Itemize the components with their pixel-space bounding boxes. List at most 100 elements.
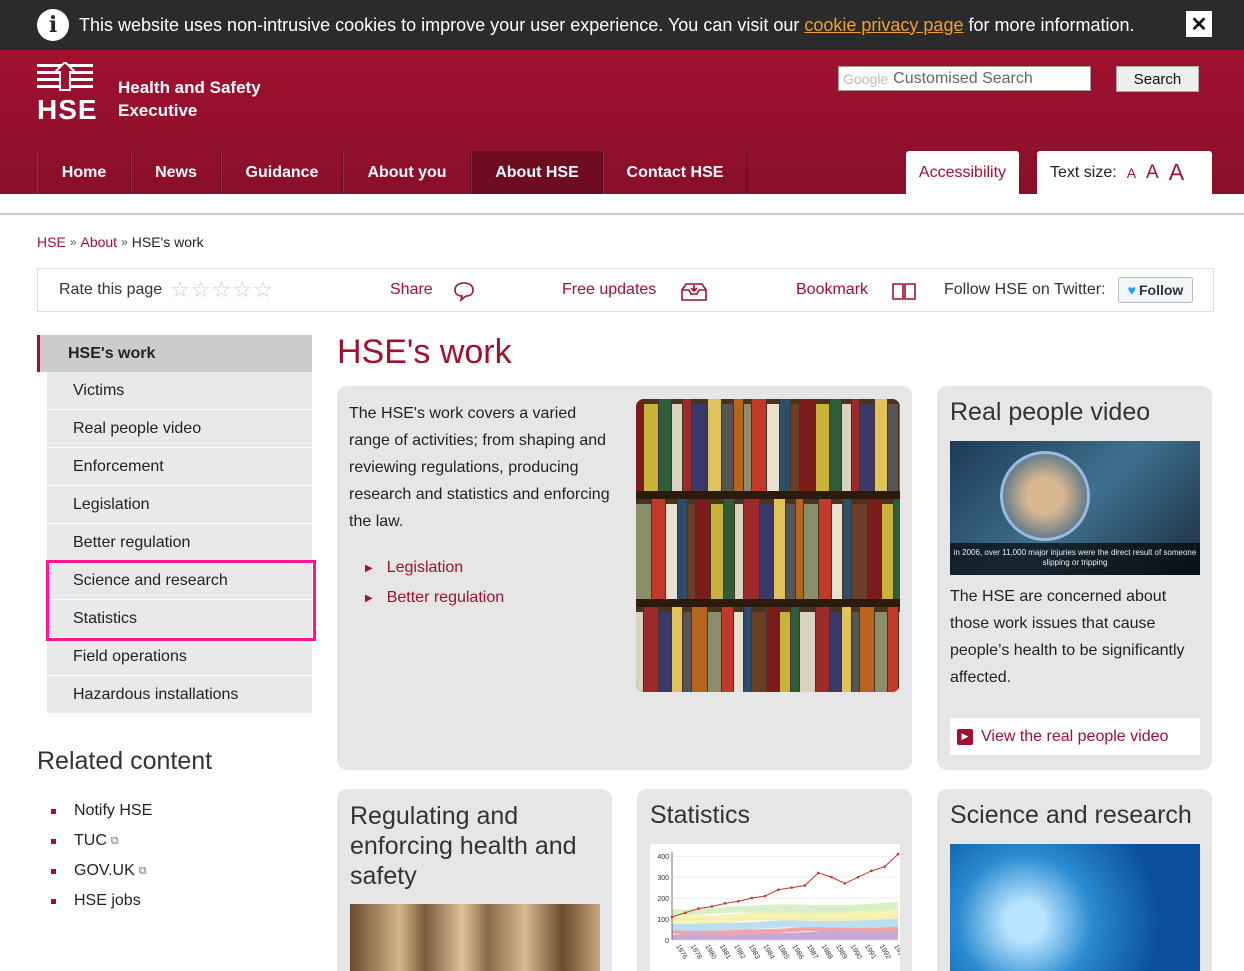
book-spine	[767, 607, 779, 692]
statistics-card[interactable]: Statistics 400 300 200 100 0 1976 1978 1980 1981…	[637, 789, 912, 971]
arrow-right-icon: ▶	[365, 562, 373, 574]
book-spine	[852, 504, 867, 599]
chart-point	[856, 875, 860, 879]
nav-news[interactable]: News	[131, 151, 221, 194]
nav-about-hse[interactable]: About HSE	[471, 151, 603, 194]
book-spine	[659, 399, 671, 491]
book-spine	[708, 612, 721, 692]
text-size-small[interactable]: A	[1127, 165, 1136, 181]
hse-logo[interactable]: HSE	[37, 60, 98, 125]
book-spine	[659, 612, 671, 692]
sidebar-item-real-people-video[interactable]: Real people video	[47, 410, 312, 448]
book-spine	[832, 504, 842, 599]
sidebar-item-field-operations[interactable]: Field operations	[47, 638, 312, 676]
chart-point	[697, 907, 700, 910]
book-spine	[636, 612, 643, 692]
book-spine	[760, 504, 773, 599]
text-size-large[interactable]: A	[1169, 159, 1184, 186]
search-button[interactable]: Search	[1116, 66, 1199, 92]
book-spine	[842, 404, 851, 491]
chart-x-tick: 1983	[747, 944, 761, 961]
book-spine	[899, 399, 900, 491]
sidebar-item-hazardous-installations[interactable]: Hazardous installations	[47, 676, 312, 714]
video-card-text: The HSE are concerned about those work i…	[950, 588, 1185, 686]
breadcrumb-about[interactable]: About	[80, 234, 117, 250]
bookmark-link[interactable]: Bookmark	[796, 281, 868, 299]
book-spine	[672, 607, 682, 692]
related-item[interactable]: TUC ⧉	[51, 826, 152, 856]
chart-point	[830, 875, 833, 879]
book-spine	[816, 607, 829, 692]
related-item[interactable]: GOV.UK ⧉	[51, 856, 152, 886]
book-spine	[744, 404, 751, 491]
book-spine	[830, 612, 841, 692]
sidebar-item-victims[interactable]: Victims	[47, 372, 312, 410]
breadcrumb-hse[interactable]: HSE	[37, 234, 66, 250]
section-nav-heading[interactable]: HSE's work	[37, 335, 312, 372]
book-spine	[688, 504, 695, 599]
book-spine	[744, 499, 759, 599]
related-item[interactable]: Notify HSE	[51, 796, 152, 826]
chart-point	[763, 894, 767, 898]
video-caption: in 2006, over 11,000 major injuries were…	[950, 543, 1200, 575]
book-spine	[735, 504, 743, 599]
regulating-card[interactable]: Regulating and enforcing health and safe…	[337, 789, 612, 971]
nav-contact-hse[interactable]: Contact HSE	[603, 151, 747, 194]
rating-stars[interactable]: ☆☆☆☆☆	[170, 277, 274, 303]
book-spine	[672, 404, 682, 491]
twitter-follow-button[interactable]: ♥ Follow	[1118, 277, 1193, 303]
hse-logo-mark	[37, 60, 93, 91]
sidebar-item-legislation[interactable]: Legislation	[47, 486, 312, 524]
highlight-box	[46, 560, 316, 641]
free-updates-link[interactable]: Free updates	[562, 281, 656, 299]
close-icon[interactable]: ✕	[1186, 11, 1212, 37]
science-image	[950, 844, 1200, 971]
science-card[interactable]: Science and research	[937, 789, 1212, 971]
book-spine	[796, 499, 803, 599]
speech-bubble-icon[interactable]	[453, 280, 475, 302]
chart-x-tick: 1992	[878, 944, 892, 961]
book-spine	[696, 499, 710, 599]
search-input[interactable]: Google Customised Search	[838, 66, 1091, 91]
inbox-icon[interactable]	[680, 280, 708, 302]
page-toolbar: Rate this page ☆☆☆☆☆ Share Free updates …	[37, 268, 1214, 312]
sidebar-item-better-regulation[interactable]: Better regulation	[47, 524, 312, 562]
chart-point	[896, 852, 900, 856]
real-people-video-card: Real people video in 2006, over 11,000 m…	[937, 386, 1212, 770]
related-item[interactable]: HSE jobs	[51, 886, 152, 916]
book-spine	[774, 499, 785, 599]
sidebar-item-enforcement[interactable]: Enforcement	[47, 448, 312, 486]
legislation-link[interactable]: ▶ Legislation	[365, 553, 504, 583]
chart-x-tick: 1993	[892, 944, 900, 961]
bullet-icon	[51, 898, 56, 904]
book-icon[interactable]	[891, 280, 917, 302]
external-link-icon: ⧉	[138, 864, 147, 877]
chart-x-tick: 1986	[791, 944, 805, 961]
book-spine	[752, 612, 766, 692]
view-video-link[interactable]: ▶ View the real people video	[950, 718, 1200, 755]
intro-links: ▶ Legislation ▶ Better regulation	[365, 553, 504, 613]
better-regulation-link[interactable]: ▶ Better regulation	[365, 583, 504, 613]
cookie-privacy-link[interactable]: cookie privacy page	[804, 15, 963, 35]
chart-y-tick: 300	[657, 875, 669, 882]
arrow-right-icon: ▶	[365, 592, 373, 604]
book-spine	[692, 607, 707, 692]
nav-about-you[interactable]: About you	[343, 151, 471, 194]
logo-text: HSE	[37, 94, 98, 125]
statistics-chart: 40030020010001976 1978 1980 1981 1982 1983 198…	[650, 844, 900, 971]
bullet-icon	[51, 808, 56, 814]
text-size-medium[interactable]: A	[1146, 162, 1159, 184]
accessibility-tab[interactable]: Accessibility	[906, 151, 1019, 194]
nav-home[interactable]: Home	[37, 151, 131, 194]
video-thumbnail[interactable]: in 2006, over 11,000 major injuries were…	[950, 441, 1200, 575]
science-card-title: Science and research	[950, 801, 1192, 829]
nav-guidance[interactable]: Guidance	[221, 151, 343, 194]
google-brand: Google	[843, 70, 889, 87]
chart-x-tick: 1991	[863, 944, 877, 961]
share-link[interactable]: Share	[390, 281, 433, 299]
book-spine	[786, 504, 795, 599]
book-spine	[791, 404, 799, 491]
rate-label: Rate this page	[59, 281, 163, 298]
twitter-follow-label: Follow HSE on Twitter:	[944, 281, 1106, 298]
book-spine	[722, 404, 733, 491]
